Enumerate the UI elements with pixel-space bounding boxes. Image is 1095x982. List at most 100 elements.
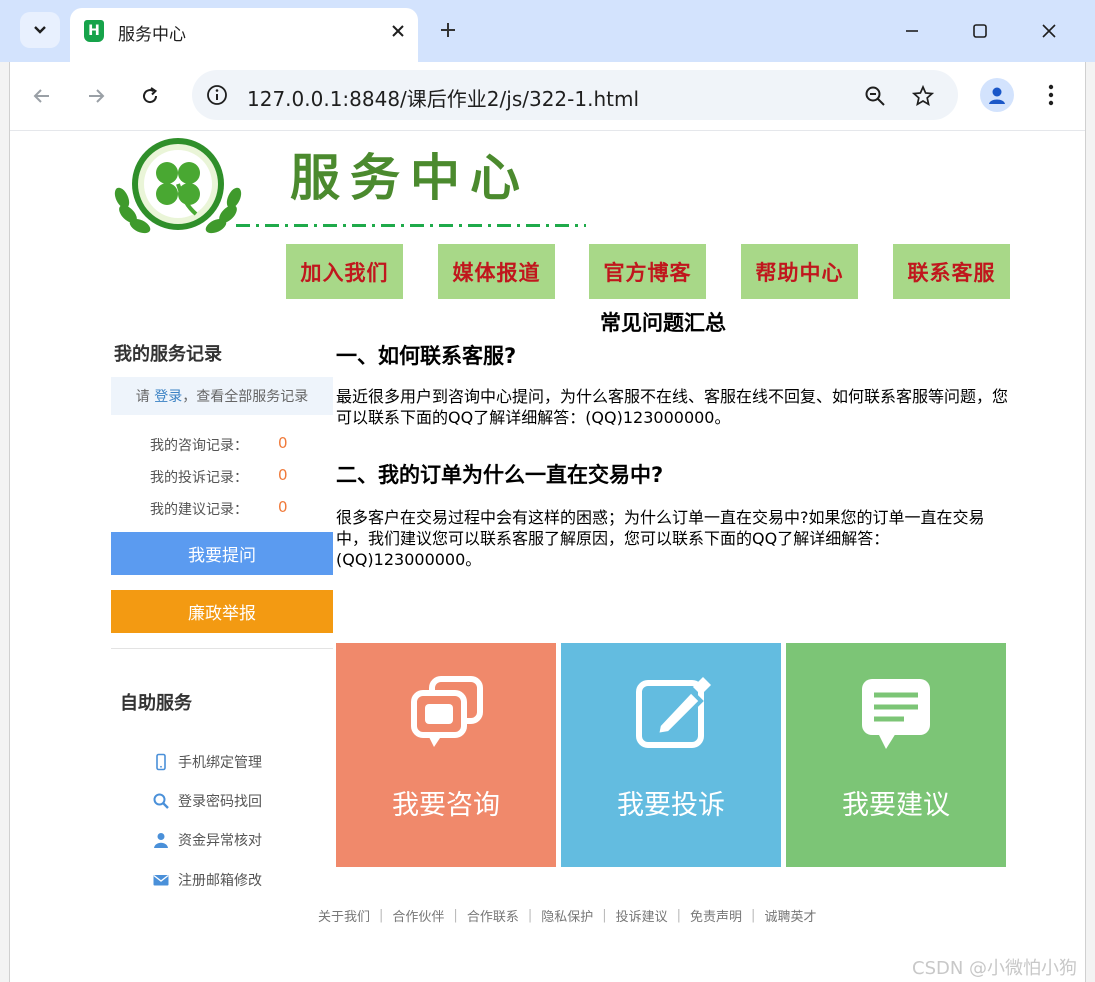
browser-toolbar: 127.0.0.1:8848/课后作业2/js/322-1.html [10,62,1085,130]
suggestion-record-count: 0 [278,498,288,516]
kebab-menu-icon [1048,84,1054,106]
profile-button[interactable] [980,78,1014,112]
self-service-heading: 自助服务 [120,693,192,714]
close-window-button[interactable] [1029,12,1069,50]
nav-blog[interactable]: 官方博客 [589,244,706,299]
footer-partners[interactable]: 合作伙伴 [392,906,444,925]
user-icon [154,833,168,848]
footer-separator: | [527,908,533,923]
footer-separator: | [453,908,458,923]
window-edge-left [0,62,10,982]
question-1-heading: 一、如何联系客服? [336,344,517,368]
question-2-heading: 二、我的订单为什么一直在交易中? [336,463,664,487]
tab-title: 服务中心 [118,25,186,45]
ask-question-button[interactable]: 我要提问 [111,532,333,575]
question-2-answer: 很多客户在交易过程中会有这样的困惑；为什么订单一直在交易中?如果您的订单一直在交… [336,508,985,569]
star-icon [912,85,934,107]
footer-careers[interactable]: 诚聘英才 [764,906,816,925]
tab-search-button[interactable] [20,12,60,48]
footer-separator: | [379,908,384,923]
arrow-right-icon [89,89,105,103]
faq-title: 常见问题汇总 [600,311,726,335]
new-tab-button[interactable] [432,14,464,46]
footer-disclaimer[interactable]: 免责声明 [690,906,742,925]
nav-help-center[interactable]: 帮助中心 [741,244,858,299]
consult-card-label: 我要咨询 [392,790,500,821]
login-prefix: 请 [135,389,155,405]
plus-icon [441,23,455,37]
integrity-report-button[interactable]: 廉政举报 [111,590,333,633]
self-service-funds[interactable]: 资金异常核对 [152,829,262,851]
zoom-icon [865,86,885,106]
tab-strip: H 服务中心 [0,0,1095,62]
edit-icon [561,673,781,753]
complaint-card-label: 我要投诉 [617,790,725,821]
sidebar-divider [111,648,333,649]
service-records-heading: 我的服务记录 [114,344,222,365]
maximize-icon [973,24,987,38]
zoom-button[interactable] [860,81,890,111]
footer-cooperation[interactable]: 合作联系 [467,906,519,925]
chat-bubbles-icon [336,673,556,753]
address-bar[interactable]: 127.0.0.1:8848/课后作业2/js/322-1.html [192,70,958,120]
self-service-email-label: 注册邮箱修改 [178,873,262,889]
message-icon [786,673,1006,753]
suggestion-record-label: 我的建议记录： [150,502,248,518]
arrow-left-icon [33,89,49,103]
minimize-icon [906,30,918,32]
self-service-phone[interactable]: 手机绑定管理 [152,751,262,773]
brand-title: 服务中心 [290,148,530,207]
mail-icon [153,875,169,886]
suggestion-card-label: 我要建议 [842,790,950,821]
watermark: CSDN @小微怕小狗 [912,958,1078,979]
login-link[interactable]: 登录 [154,386,182,406]
close-tab-button[interactable] [384,17,412,45]
nav-media[interactable]: 媒体报道 [438,244,555,299]
footer-about[interactable]: 关于我们 [318,906,370,925]
active-tab[interactable]: H 服务中心 [70,8,418,62]
clover-logo-icon [114,138,242,234]
site-info-button[interactable] [204,82,230,108]
toolbar-divider [10,130,1085,131]
footer-separator: | [602,908,607,923]
self-service-phone-label: 手机绑定管理 [178,755,262,771]
nav-contact-service[interactable]: 联系客服 [893,244,1010,299]
chevron-down-icon [34,26,46,34]
maximize-button[interactable] [960,12,1000,50]
footer-links: 关于我们 | 合作伙伴 | 合作联系 | 隐私保护 | 投诉建议 | 免责声明 | 诚聘英才 [318,906,816,925]
brand-underline [236,224,586,227]
complaint-record-count: 0 [278,466,288,484]
login-prompt: 请 登录 ，查看全部服务记录 [111,377,333,415]
minimize-button[interactable] [892,12,932,50]
info-icon [207,85,227,105]
footer-separator: | [676,908,682,923]
self-service-password-label: 登录密码找回 [178,794,262,810]
consult-card[interactable]: 我要咨询 [336,643,556,867]
close-icon [1042,24,1056,38]
consult-record-count: 0 [278,434,288,452]
login-suffix: ，查看全部服务记录 [182,389,309,405]
self-service-email[interactable]: 注册邮箱修改 [152,869,262,891]
search-icon [153,793,169,809]
footer-feedback[interactable]: 投诉建议 [616,906,668,925]
bookmark-button[interactable] [908,81,938,111]
reload-icon [143,87,158,104]
avatar-icon [989,87,1005,104]
phone-icon [156,753,166,771]
suggestion-card[interactable]: 我要建议 [786,643,1006,867]
back-button[interactable] [24,78,60,114]
question-1-answer: 最近很多用户到咨询中心提问，为什么客服不在线、客服在线不回复、如何联系客服等问题… [336,387,1009,427]
favicon-icon: H [84,20,104,42]
complaint-card[interactable]: 我要投诉 [561,643,781,867]
nav-join-us[interactable]: 加入我们 [286,244,403,299]
close-icon [392,25,404,37]
self-service-password[interactable]: 登录密码找回 [152,790,262,812]
reload-button[interactable] [132,78,168,114]
footer-privacy[interactable]: 隐私保护 [541,906,593,925]
forward-button[interactable] [78,78,114,114]
footer-separator: | [751,908,756,923]
url-text: 127.0.0.1:8848/课后作业2/js/322-1.html [247,87,640,111]
browser-menu-button[interactable] [1036,78,1066,112]
consult-record-label: 我的咨询记录： [150,438,248,454]
self-service-funds-label: 资金异常核对 [178,833,262,849]
